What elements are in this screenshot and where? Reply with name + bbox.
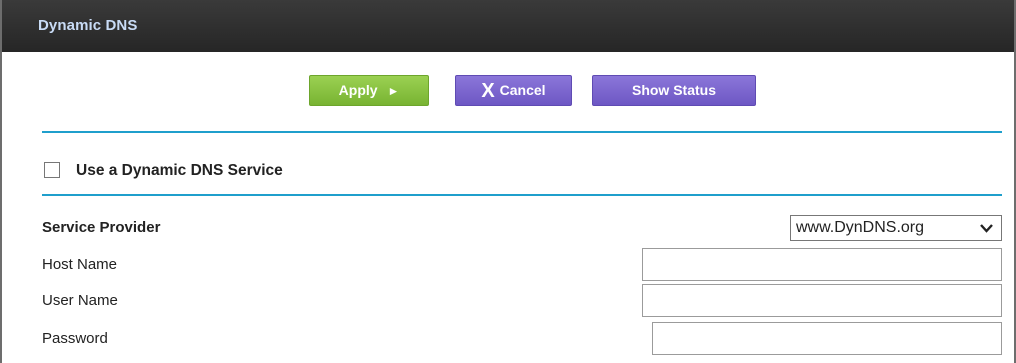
title-bar: Dynamic DNS [2, 0, 1014, 52]
password-label: Password [42, 330, 108, 347]
user-name-input[interactable] [642, 284, 1002, 317]
page-title: Dynamic DNS [38, 17, 138, 34]
host-name-label: Host Name [42, 256, 118, 273]
show-status-button-label: Show Status [631, 82, 716, 98]
service-provider-value: www.DynDNS.org [796, 219, 925, 236]
chevron-down-icon [980, 224, 993, 233]
service-provider-label: Service Provider [42, 219, 161, 236]
cancel-button[interactable]: X Cancel [455, 75, 572, 106]
dynamic-dns-panel: Dynamic DNS Apply ► X Cancel Show Status… [0, 0, 1016, 363]
apply-button-label: Apply [338, 82, 378, 98]
service-provider-select[interactable]: www.DynDNS.org [790, 215, 1002, 241]
host-name-input[interactable] [642, 248, 1002, 281]
show-status-button[interactable]: Show Status [592, 75, 756, 106]
user-name-label: User Name [42, 292, 118, 309]
use-ddns-checkbox[interactable] [44, 162, 60, 178]
section-divider-top [42, 131, 1002, 133]
password-input[interactable] [652, 322, 1002, 355]
use-ddns-label: Use a Dynamic DNS Service [76, 162, 283, 179]
section-divider-bottom [42, 194, 1002, 196]
play-arrow-icon: ► [387, 84, 400, 98]
apply-button[interactable]: Apply ► [309, 75, 429, 106]
close-icon: X [481, 80, 495, 102]
cancel-button-label: Cancel [499, 82, 546, 98]
